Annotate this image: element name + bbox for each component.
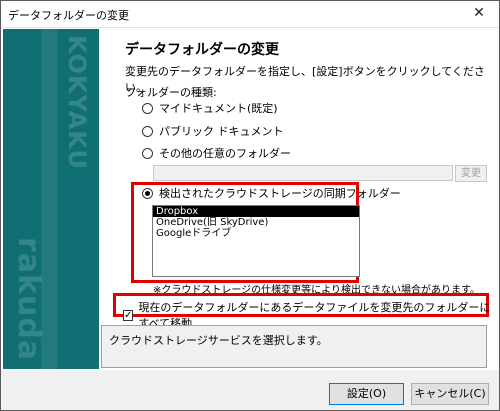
ok-button[interactable]: 設定(O): [329, 383, 404, 405]
list-item-google-drive[interactable]: Googleドライブ: [153, 228, 359, 239]
page-title: データフォルダーの変更: [125, 42, 279, 58]
radio-label: その他の任意のフォルダー: [159, 147, 291, 160]
list-item-dropbox[interactable]: Dropbox: [153, 206, 359, 217]
folder-path-input[interactable]: [153, 165, 453, 181]
radio-label: パブリック ドキュメント: [159, 125, 284, 138]
radio-label: マイドキュメント(既定): [159, 102, 278, 115]
radio-my-documents[interactable]: マイドキュメント(既定): [142, 100, 278, 116]
cancel-button[interactable]: キャンセル(C): [411, 383, 489, 405]
radio-button[interactable]: [142, 187, 153, 199]
radio-button[interactable]: [142, 147, 153, 159]
brand-sidebar: KOKYAKU rakuda: [3, 29, 99, 369]
radio-button[interactable]: [142, 125, 153, 137]
cloud-storage-list[interactable]: Dropbox OneDrive(旧 SkyDrive) Googleドライブ: [152, 205, 360, 277]
radio-public-documents[interactable]: パブリック ドキュメント: [142, 123, 284, 139]
dialog-content: KOKYAKU rakuda データフォルダーの変更 変更先のデータフォルダーを…: [1, 28, 499, 370]
status-text: クラウドストレージサービスを選択します。: [109, 334, 328, 347]
list-item-onedrive[interactable]: OneDrive(旧 SkyDrive): [153, 217, 359, 228]
radio-button[interactable]: [142, 102, 153, 114]
close-icon[interactable]: ✕: [459, 1, 499, 27]
status-description-box: クラウドストレージサービスを選択します。: [101, 325, 487, 368]
change-folder-button[interactable]: 変更: [455, 165, 487, 182]
radio-other-folder[interactable]: その他の任意のフォルダー: [142, 145, 291, 161]
title-bar: データフォルダーの変更 ✕: [1, 1, 499, 28]
sidebar-logo-text-bottom: rakuda: [11, 237, 46, 362]
window-title: データフォルダーの変更: [8, 9, 129, 22]
dialog-window: データフォルダーの変更 ✕ KOKYAKU rakuda データフォルダーの変更…: [0, 0, 500, 411]
move-files-checkbox[interactable]: ✓: [123, 309, 134, 321]
radio-cloud-storage[interactable]: 検出されたクラウドストレージの同期フォルダー: [142, 185, 401, 201]
folder-type-label: フォルダーの種類:: [125, 86, 217, 99]
sidebar-logo-text-top: KOKYAKU: [63, 35, 91, 170]
radio-label: 検出されたクラウドストレージの同期フォルダー: [159, 187, 401, 200]
